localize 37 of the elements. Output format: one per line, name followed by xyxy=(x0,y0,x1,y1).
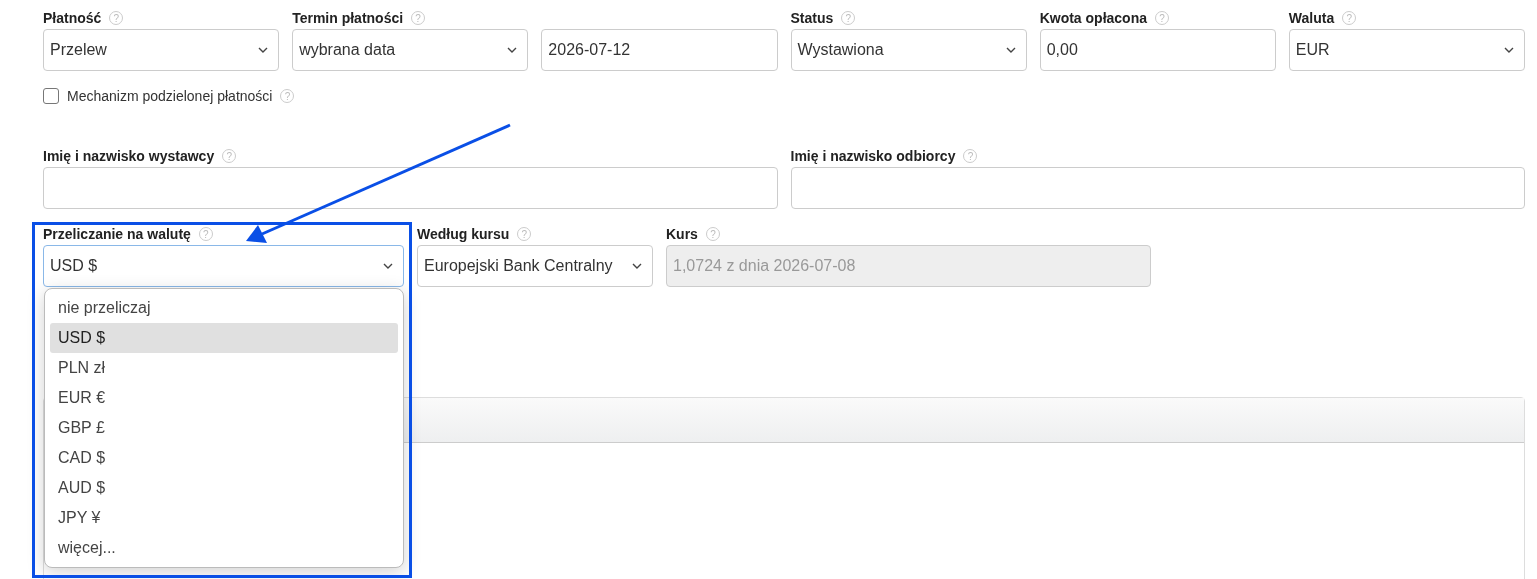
dropdown-option[interactable]: GBP £ xyxy=(50,413,398,443)
dropdown-option[interactable]: USD $ xyxy=(50,323,398,353)
field-label: Według kursu xyxy=(417,226,510,242)
dropdown-option[interactable]: JPY ¥ xyxy=(50,503,398,533)
select-field[interactable]: EUR xyxy=(1288,29,1525,71)
chevron-icon xyxy=(258,47,269,53)
field-label: Waluta xyxy=(1288,10,1335,26)
select-field[interactable]: Europejski Bank Centralny xyxy=(417,245,653,287)
chevron-icon xyxy=(632,263,642,269)
input-field[interactable] xyxy=(790,167,1525,209)
field-label: Kwota opłacona xyxy=(1039,10,1147,26)
input-field[interactable] xyxy=(43,167,778,209)
select-field[interactable]: Wystawiona xyxy=(790,29,1027,71)
field-label: Status xyxy=(790,10,834,26)
dropdown-option[interactable]: PLN zł xyxy=(50,353,398,383)
select-field[interactable]: USD $ xyxy=(43,245,404,287)
select-field[interactable]: Przelew xyxy=(43,29,280,71)
dropdown-option[interactable]: nie przeliczaj xyxy=(50,293,398,323)
field-label: Imię i nazwisko wystawcy xyxy=(43,148,215,164)
dropdown-option[interactable]: więcej... xyxy=(50,533,398,563)
dropdown-option[interactable]: AUD $ xyxy=(50,473,398,503)
chevron-icon xyxy=(507,47,518,53)
dropdown-option[interactable]: CAD $ xyxy=(50,443,398,473)
field-label: Przeliczanie na walutę xyxy=(43,226,191,242)
field-label: Płatność xyxy=(43,10,102,26)
dropdown-option[interactable]: EUR € xyxy=(50,383,398,413)
chevron-icon xyxy=(1504,47,1514,53)
field-label: Kurs xyxy=(666,226,698,242)
chevron-icon xyxy=(383,263,393,269)
input-field[interactable]: 0,00 xyxy=(1039,29,1276,71)
input-field[interactable]: 2026-07-12 xyxy=(541,29,778,71)
select-field[interactable]: wybrana data xyxy=(292,29,529,71)
field-label: Imię i nazwisko odbiorcy xyxy=(790,148,956,164)
checkbox-label: Mechanizm podzielonej płatności xyxy=(67,88,273,104)
checkbox[interactable] xyxy=(43,88,59,104)
field-label: Termin płatności xyxy=(292,10,404,26)
chevron-icon xyxy=(1005,47,1016,53)
